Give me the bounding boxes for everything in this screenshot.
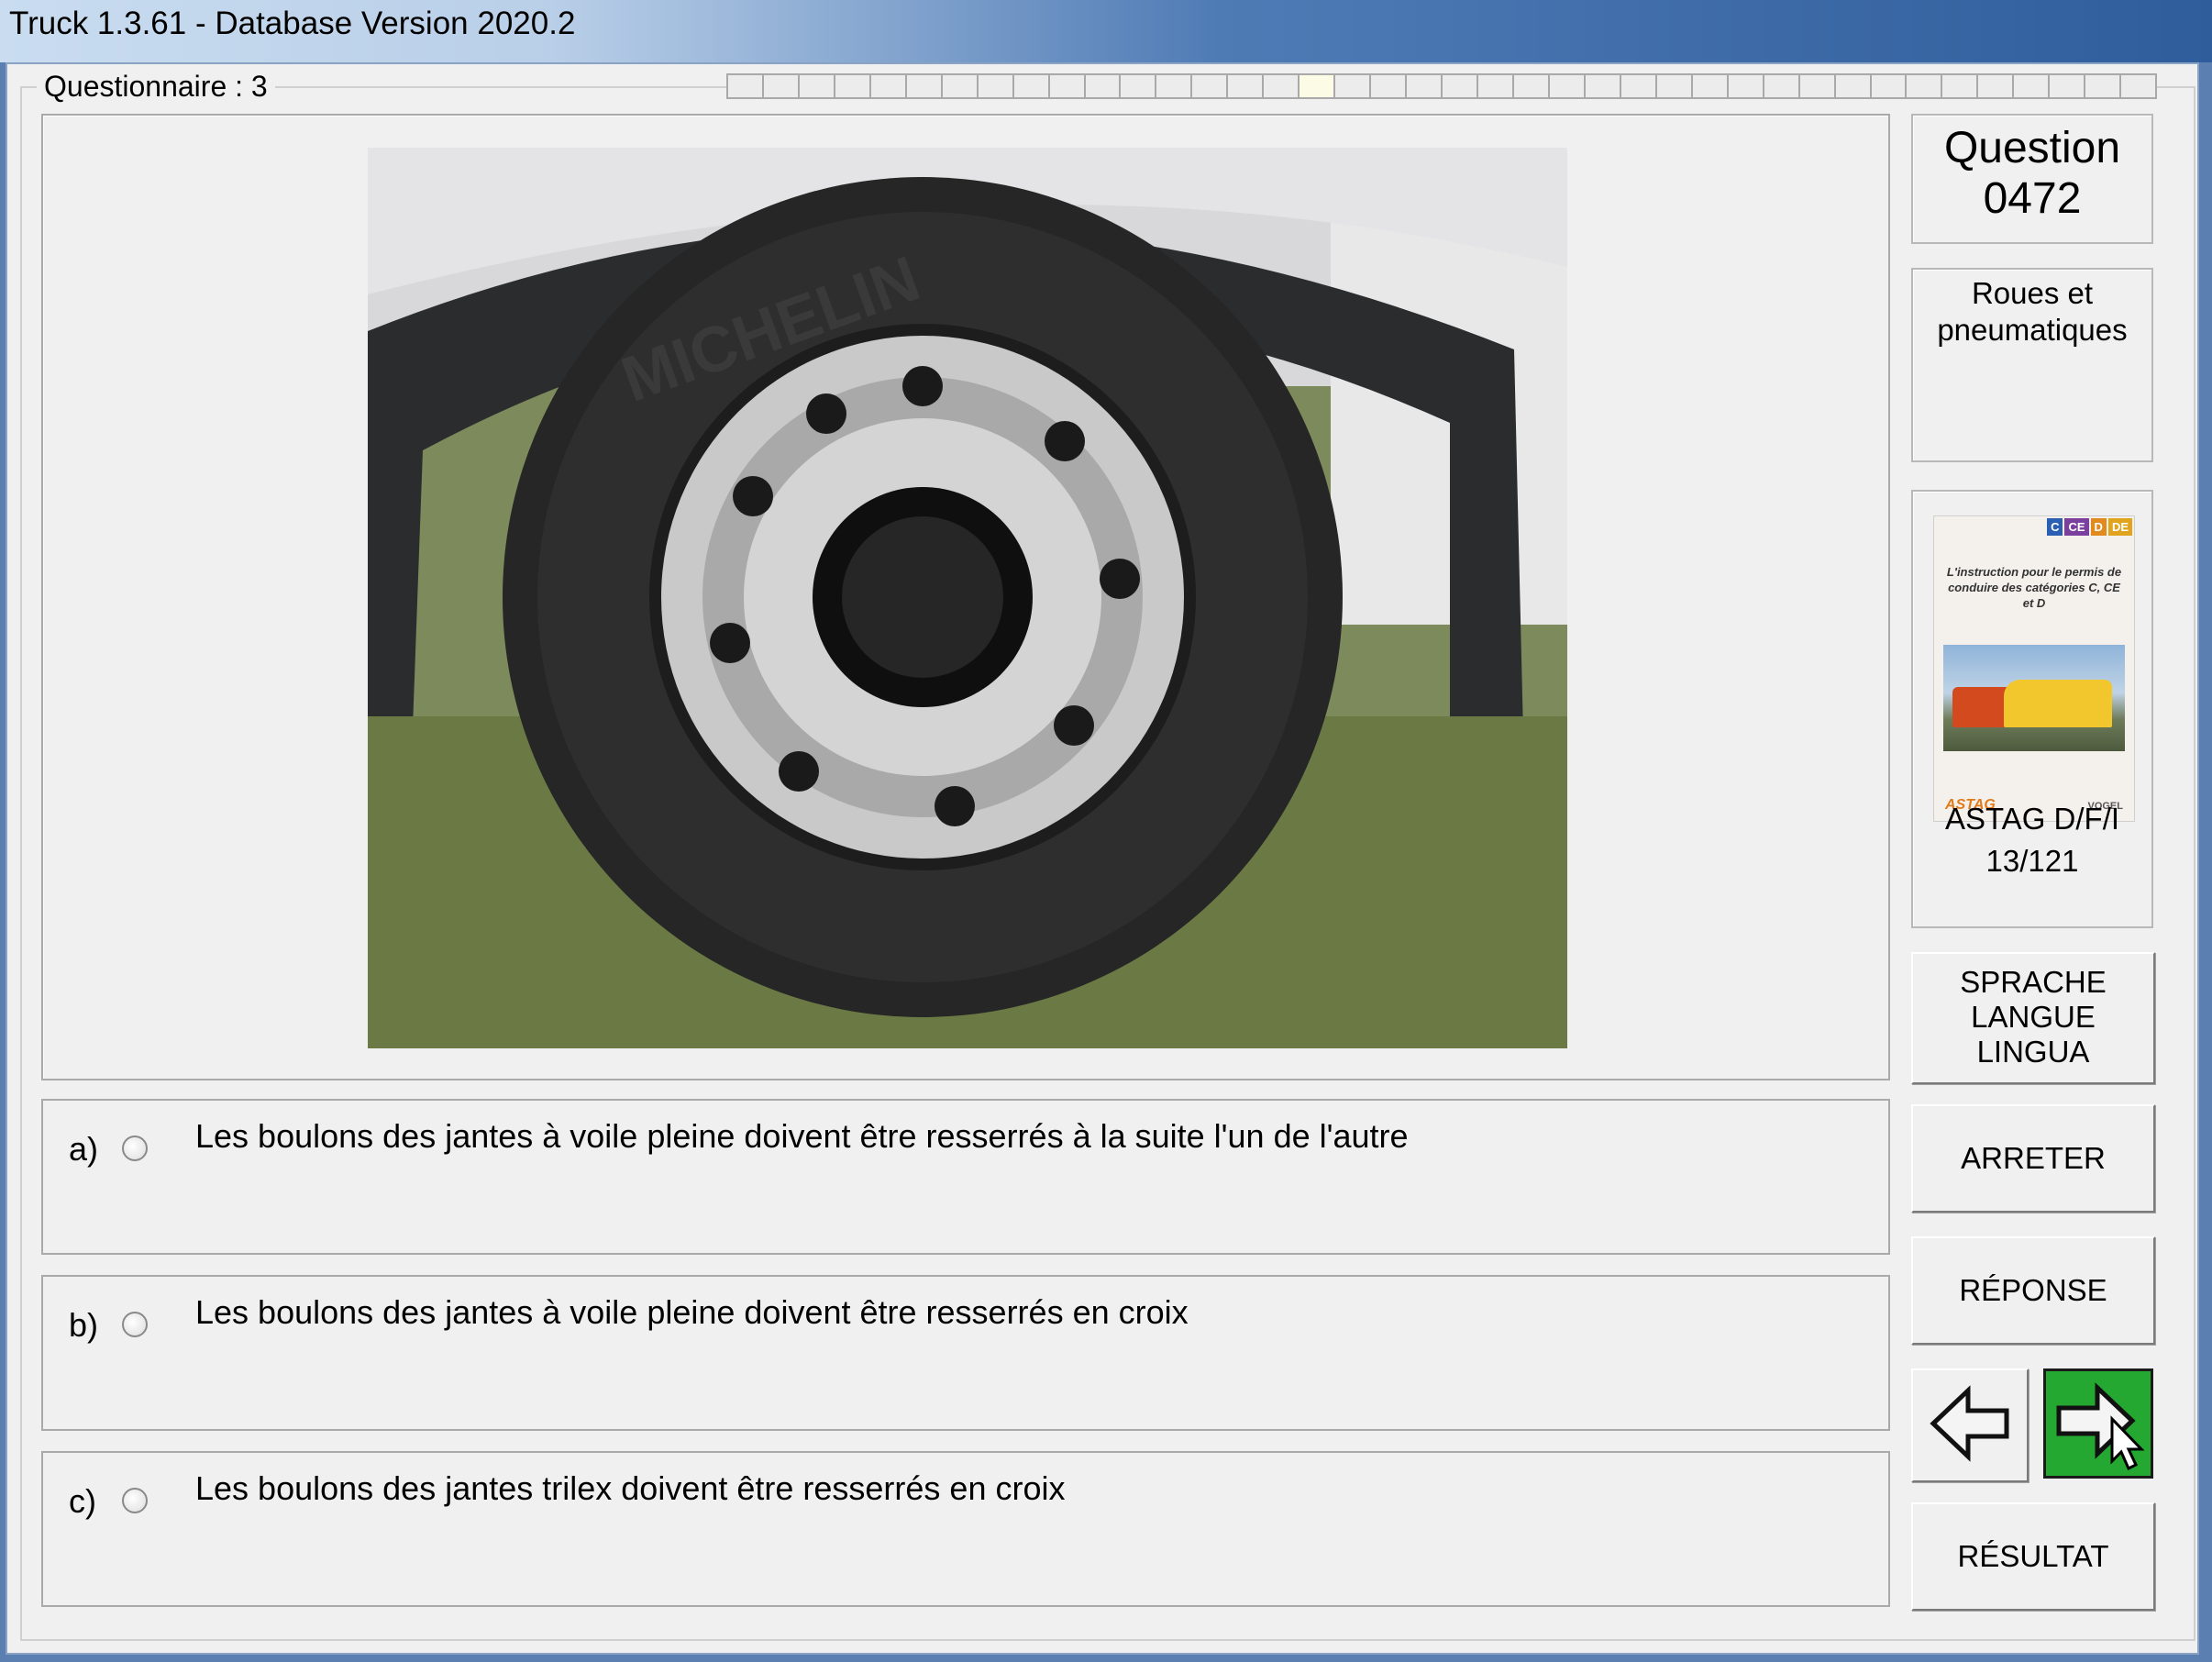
answer-option-a[interactable]: a) Les boulons des jantes à voile pleine…	[41, 1099, 1890, 1255]
progress-segment	[1119, 73, 1156, 99]
previous-button[interactable]	[1911, 1368, 2029, 1482]
progress-segment	[1441, 73, 1477, 99]
answer-letter: c)	[69, 1482, 96, 1520]
answer-text: Les boulons des jantes à voile pleine do…	[195, 1293, 1189, 1331]
language-button[interactable]: SPRACHE LANGUE LINGUA	[1911, 952, 2155, 1084]
progress-segment	[1762, 73, 1798, 99]
left-arrow-icon	[1930, 1385, 2009, 1462]
book-tag: D	[2090, 518, 2107, 536]
language-label-de: SPRACHE	[1960, 965, 2107, 999]
progress-segment	[1976, 73, 2013, 99]
progress-segment	[1654, 73, 1691, 99]
progress-segment	[1155, 73, 1191, 99]
progress-segment	[976, 73, 1012, 99]
book-tag: CE	[2064, 518, 2089, 536]
book-category-tags: C CE D DE	[2047, 518, 2132, 536]
progress-segment	[940, 73, 977, 99]
answer-radio[interactable]	[122, 1136, 148, 1161]
progress-segment	[1690, 73, 1727, 99]
progress-segment	[1190, 73, 1227, 99]
category-line1: Roues et	[1971, 276, 2094, 310]
progress-segment	[1583, 73, 1620, 99]
book-tag: DE	[2107, 518, 2132, 536]
answer-text: Les boulons des jantes trilex doivent êt…	[195, 1469, 1066, 1507]
category-line2: pneumatiques	[1937, 313, 2128, 347]
progress-segment	[833, 73, 869, 99]
progress-segment	[1012, 73, 1048, 99]
progress-segment	[726, 73, 762, 99]
mouse-pointer-icon	[2110, 1415, 2145, 1471]
window-title: Truck 1.3.61 - Database Version 2020.2	[9, 6, 576, 41]
progress-segment	[1547, 73, 1584, 99]
answer-option-c[interactable]: c) Les boulons des jantes trilex doivent…	[41, 1451, 1890, 1607]
language-label-it: LINGUA	[1976, 1035, 2090, 1069]
progress-segment	[868, 73, 905, 99]
title-bar: Truck 1.3.61 - Database Version 2020.2	[0, 0, 2212, 62]
answer-text: Les boulons des jantes à voile pleine do…	[195, 1117, 1409, 1155]
question-progress-bar	[726, 73, 2158, 101]
progress-segment	[1726, 73, 1763, 99]
progress-segment	[1333, 73, 1370, 99]
progress-segment	[1511, 73, 1548, 99]
progress-segment	[761, 73, 798, 99]
answer-radio[interactable]	[122, 1312, 148, 1337]
progress-segment	[1405, 73, 1442, 99]
progress-segment	[1262, 73, 1299, 99]
progress-segment	[1047, 73, 1084, 99]
next-button[interactable]	[2043, 1368, 2153, 1479]
progress-segment	[1797, 73, 1834, 99]
question-label: Question	[1943, 124, 2121, 172]
reference-box: C CE D DE L'instruction pour le permis d…	[1911, 490, 2153, 928]
progress-segment	[904, 73, 941, 99]
reference-page: 13/121	[1985, 844, 2079, 878]
progress-segment	[2012, 73, 2049, 99]
progress-segment	[1833, 73, 1870, 99]
language-label-fr: LANGUE	[1971, 1000, 2096, 1034]
progress-segment	[1477, 73, 1512, 99]
book-tag: C	[2047, 518, 2063, 536]
reference-source: ASTAG D/F/I	[1944, 802, 2120, 836]
question-number: 0472	[1983, 174, 2082, 223]
book-description: L'instruction pour le permis de conduire…	[1946, 565, 2122, 610]
progress-segment	[797, 73, 834, 99]
answer-option-b[interactable]: b) Les boulons des jantes à voile pleine…	[41, 1275, 1890, 1431]
progress-segment	[1941, 73, 1977, 99]
questionnaire-label: Questionnaire : 3	[37, 70, 275, 104]
stop-button[interactable]: ARRETER	[1911, 1104, 2155, 1213]
progress-segment	[1083, 73, 1120, 99]
bus-shape	[2004, 680, 2112, 727]
question-photo: MICHELIN	[368, 148, 1567, 1048]
progress-segment	[1369, 73, 1406, 99]
question-number-box: Question 0472	[1911, 114, 2153, 244]
answer-letter: a)	[69, 1130, 99, 1168]
progress-segment	[2048, 73, 2085, 99]
answer-button[interactable]: RÉPONSE	[1911, 1236, 2155, 1345]
book-cover-image: C CE D DE L'instruction pour le permis d…	[1933, 515, 2135, 822]
answer-letter: b)	[69, 1306, 99, 1344]
progress-segment	[1619, 73, 1655, 99]
progress-segment	[2084, 73, 2120, 99]
progress-segment	[1226, 73, 1263, 99]
progress-segment	[2119, 73, 2158, 99]
category-box: Roues et pneumatiques	[1911, 268, 2153, 462]
progress-segment	[1869, 73, 1906, 99]
result-button[interactable]: RÉSULTAT	[1911, 1502, 2155, 1611]
answer-radio[interactable]	[122, 1488, 148, 1513]
progress-segment	[1905, 73, 1941, 99]
progress-segment	[1298, 73, 1334, 99]
